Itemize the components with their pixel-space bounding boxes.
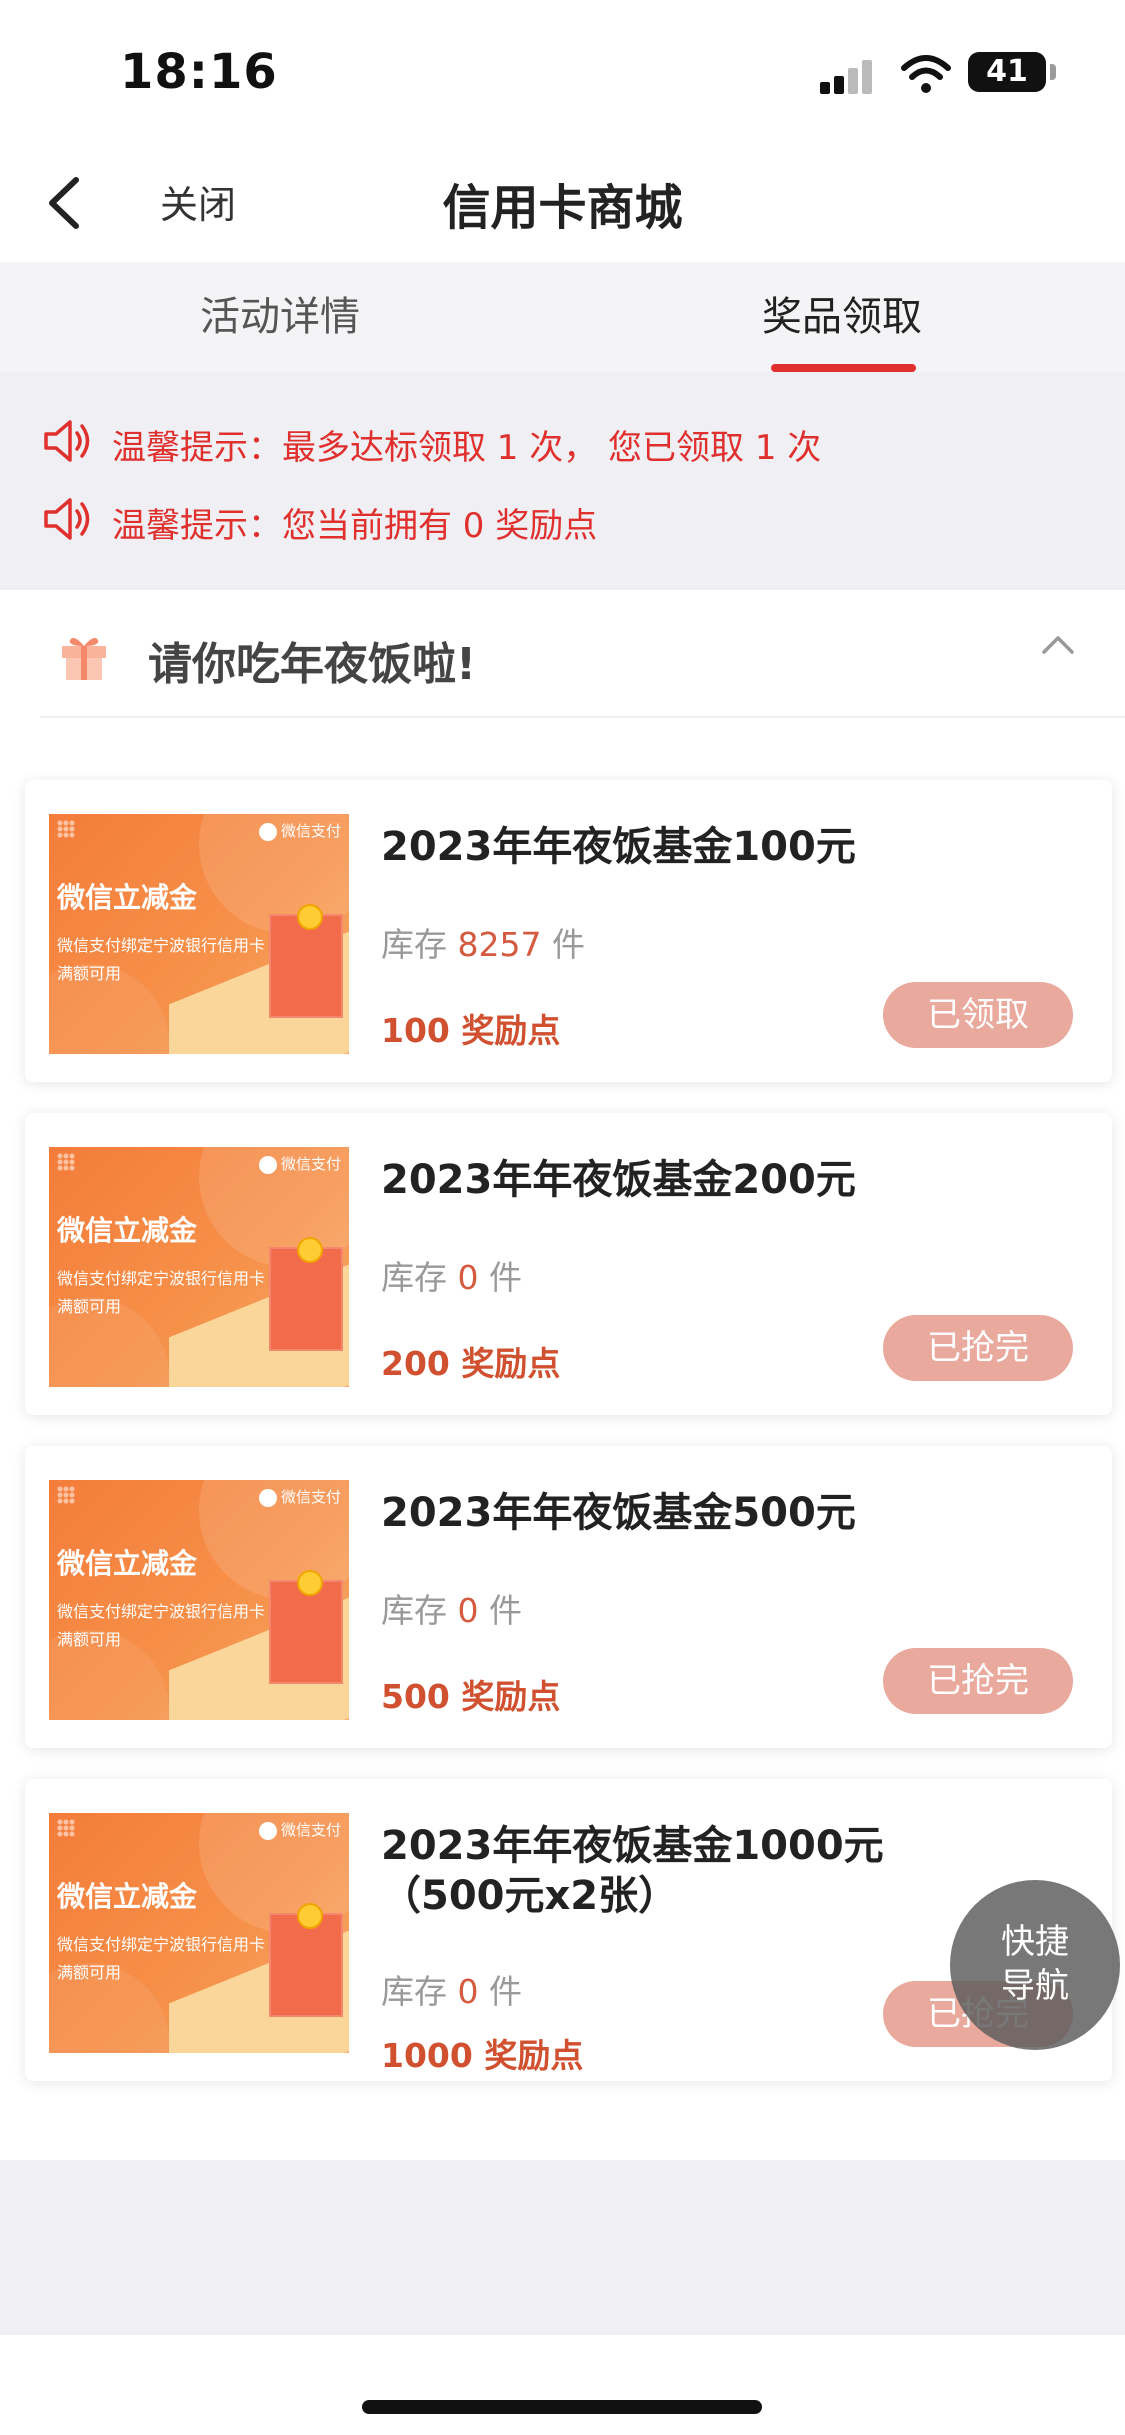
stock-info: 库存 0 件 xyxy=(381,1591,522,1630)
coupon-image: 微信支付 微信立减金 微信支付绑定宁波银行信用卡 满额可用 xyxy=(49,1813,349,2053)
battery-icon: 41 xyxy=(968,52,1046,92)
prize-card: 微信支付 微信立减金 微信支付绑定宁波银行信用卡 满额可用 2023年年夜饭基金… xyxy=(25,1446,1112,1748)
prize-title: 2023年年夜饭基金200元 xyxy=(381,1157,856,1203)
quick-nav-button[interactable]: 快捷 导航 xyxy=(950,1880,1120,2050)
section-header[interactable]: 请你吃年夜饭啦! xyxy=(0,590,1125,718)
tab-prize-claim[interactable]: 奖品领取 xyxy=(762,284,922,342)
battery-level: 41 xyxy=(986,54,1028,89)
stock-info: 库存 0 件 xyxy=(381,1972,522,2011)
stock-info: 库存 8257 件 xyxy=(381,925,585,964)
coin-icon xyxy=(297,1237,323,1263)
coupon-desc: 满额可用 xyxy=(57,964,122,983)
coin-icon xyxy=(297,1570,323,1596)
claimed-button[interactable]: 已领取 xyxy=(883,982,1073,1048)
status-bar: 18:16 41 xyxy=(0,0,1125,150)
prize-card: 微信支付 微信立减金 微信支付绑定宁波银行信用卡 满额可用 2023年年夜饭基金… xyxy=(25,780,1112,1082)
coupon-desc: 微信支付绑定宁波银行信用卡 xyxy=(57,1935,266,1954)
notice-text: 温馨提示：您当前拥有 0 奖励点 xyxy=(112,506,598,546)
prize-title: 2023年年夜饭基金500元 xyxy=(381,1490,856,1536)
tab-activity-details[interactable]: 活动详情 xyxy=(200,284,360,342)
notice-text: 温馨提示：最多达标领取 1 次， 您已领取 1 次 xyxy=(112,428,822,468)
sold-out-button[interactable]: 已抢完 xyxy=(883,1648,1073,1714)
cellular-signal-icon xyxy=(820,58,880,94)
battery-tip xyxy=(1050,64,1056,80)
home-indicator[interactable] xyxy=(362,2400,762,2414)
points-cost: 1000 奖励点 xyxy=(381,2036,584,2075)
wechat-pay-logo: 微信支付 xyxy=(258,820,341,841)
coupon-desc: 微信支付绑定宁波银行信用卡 xyxy=(57,936,266,955)
notice-panel: 温馨提示：最多达标领取 1 次， 您已领取 1 次 温馨提示：您当前拥有 0 奖… xyxy=(0,372,1125,590)
prize-title: 2023年年夜饭基金1000元 （500元x2张） xyxy=(381,1821,884,1921)
coupon-headline: 微信立减金 xyxy=(57,881,198,914)
coupon-desc: 微信支付绑定宁波银行信用卡 xyxy=(57,1602,266,1621)
stock-info: 库存 0 件 xyxy=(381,1258,522,1297)
status-time: 18:16 xyxy=(120,44,278,100)
prize-card: 微信支付 微信立减金 微信支付绑定宁波银行信用卡 满额可用 2023年年夜饭基金… xyxy=(25,1779,1112,2081)
coupon-desc: 满额可用 xyxy=(57,1963,122,1982)
speaker-icon xyxy=(44,498,90,540)
coupon-headline: 微信立减金 xyxy=(57,1214,198,1247)
coupon-headline: 微信立减金 xyxy=(57,1880,198,1913)
coupon-image: 微信支付 微信立减金 微信支付绑定宁波银行信用卡 满额可用 xyxy=(49,1147,349,1387)
coupon-desc: 满额可用 xyxy=(57,1630,122,1649)
coupon-headline: 微信立减金 xyxy=(57,1547,198,1580)
tab-bar: 活动详情 奖品领取 xyxy=(0,262,1125,372)
coupon-desc: 微信支付绑定宁波银行信用卡 xyxy=(57,1269,266,1288)
sold-out-button[interactable]: 已抢完 xyxy=(883,1315,1073,1381)
gift-icon xyxy=(62,638,106,680)
coin-icon xyxy=(297,904,323,930)
coupon-image: 微信支付 微信立减金 微信支付绑定宁波银行信用卡 满额可用 xyxy=(49,814,349,1054)
prize-title-line1: 2023年年夜饭基金1000元 xyxy=(381,1823,884,1869)
active-tab-indicator xyxy=(771,364,916,372)
wechat-pay-logo: 微信支付 xyxy=(258,1153,341,1174)
points-cost: 200 奖励点 xyxy=(381,1344,561,1383)
quick-nav-label: 导航 xyxy=(1001,1966,1069,2006)
chevron-up-icon[interactable] xyxy=(1040,630,1076,660)
prize-title-line2: （500元x2张） xyxy=(381,1873,679,1919)
bottom-spacer xyxy=(0,2160,1125,2360)
coupon-desc: 满额可用 xyxy=(57,1297,122,1316)
wechat-pay-logo: 微信支付 xyxy=(258,1819,341,1840)
prize-title: 2023年年夜饭基金100元 xyxy=(381,824,856,870)
nav-bar: 关闭 信用卡商城 xyxy=(0,150,1125,262)
prize-card: 微信支付 微信立减金 微信支付绑定宁波银行信用卡 满额可用 2023年年夜饭基金… xyxy=(25,1113,1112,1415)
divider xyxy=(40,716,1125,718)
wifi-icon xyxy=(901,55,951,93)
home-indicator-area xyxy=(0,2335,1125,2435)
page-title: 信用卡商城 xyxy=(442,180,683,236)
coin-icon xyxy=(297,1903,323,1929)
section-title: 请你吃年夜饭啦! xyxy=(148,639,477,690)
points-cost: 500 奖励点 xyxy=(381,1677,561,1716)
wechat-pay-logo: 微信支付 xyxy=(258,1486,341,1507)
speaker-icon xyxy=(44,420,90,462)
coupon-image: 微信支付 微信立减金 微信支付绑定宁波银行信用卡 满额可用 xyxy=(49,1480,349,1720)
points-cost: 100 奖励点 xyxy=(381,1011,561,1050)
quick-nav-label: 快捷 xyxy=(1001,1922,1069,1962)
